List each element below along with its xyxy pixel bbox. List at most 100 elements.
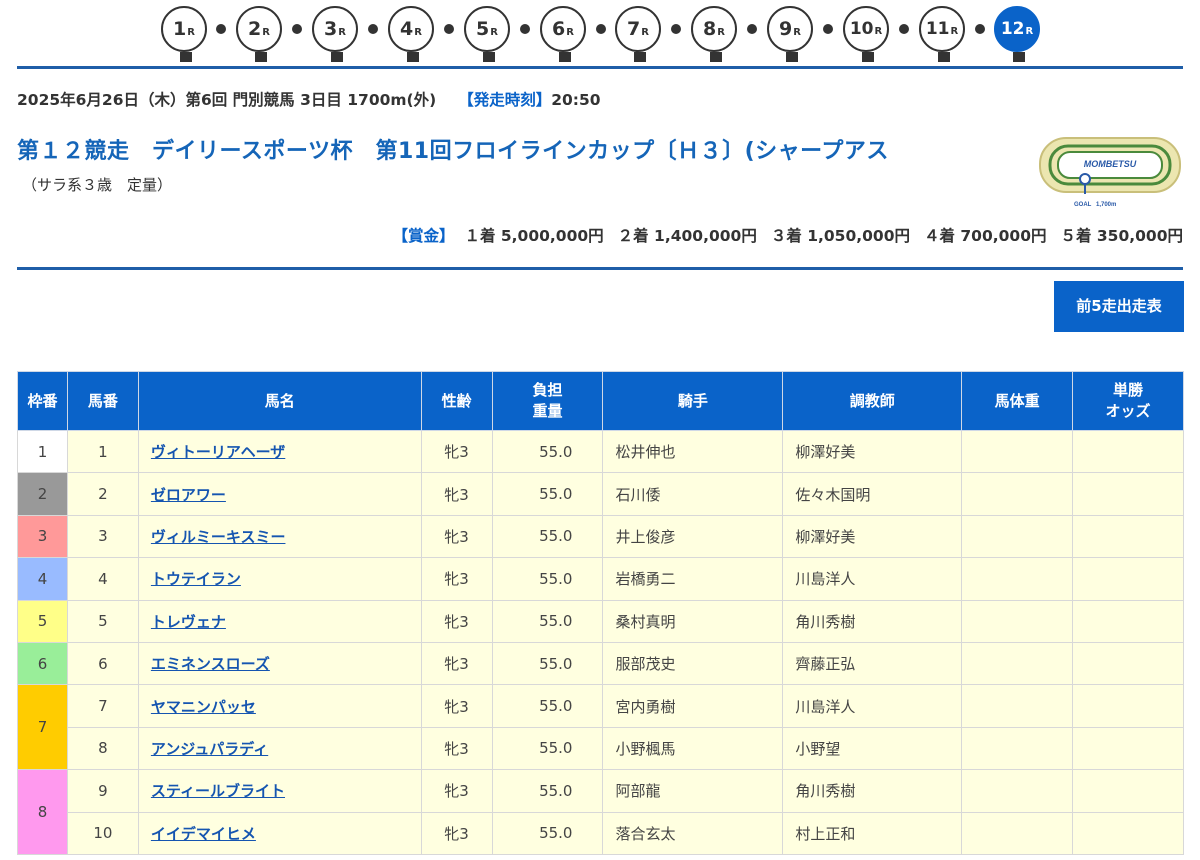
horse-name-cell: スティールブライト [138,770,421,812]
nav-separator-dot [975,24,985,34]
weight-cell: 55.0 [492,600,603,642]
sex-age-cell: 牝3 [421,558,492,600]
umaban-cell: 1 [67,431,138,473]
horse-name-link[interactable]: トウテイラン [151,570,241,588]
horse-name-link[interactable]: ヴィルミーキスミー [151,528,286,546]
horse-name-cell: トウテイラン [138,558,421,600]
odds-cell [1073,812,1184,854]
race-suffix: R [490,27,498,38]
header-sex-age: 性齢 [421,372,492,431]
nav-separator-dot [368,24,378,34]
race-12-button[interactable]: 12R [994,6,1040,52]
race-2-button[interactable]: 2R [236,6,282,52]
header-trainer: 調教師 [783,372,962,431]
table-row: 6 6 エミネンスローズ 牝3 55.0 服部茂史 齊藤正弘 [18,642,1184,684]
race-suffix: R [187,27,195,38]
waku-cell: 8 [18,770,68,855]
header-waku: 枠番 [18,372,68,431]
race-suffix: R [874,26,882,37]
nav-separator-dot [671,24,681,34]
weight-cell: 55.0 [492,812,603,854]
race-7-button[interactable]: 7R [615,6,661,52]
body-weight-cell [962,642,1073,684]
race-suffix: R [950,26,958,37]
race-8-button[interactable]: 8R [691,6,737,52]
race-1-button[interactable]: 1R [161,6,207,52]
body-weight-cell [962,473,1073,515]
prize-5th: ５着 350,000円 [1061,227,1184,245]
prize-4th: ４着 700,000円 [924,227,1047,245]
horse-name-link[interactable]: イイデマイヒメ [151,825,256,843]
race-4-button[interactable]: 4R [388,6,434,52]
weight-cell: 55.0 [492,473,603,515]
horse-name-link[interactable]: ゼロアワー [151,486,226,504]
body-weight-cell [962,812,1073,854]
course-goal-label: GOAL [1074,202,1092,208]
race-11-button[interactable]: 11R [919,6,965,52]
horse-name-link[interactable]: ヴィトーリアヘーザ [151,443,285,461]
odds-cell [1073,685,1184,727]
horse-name-cell: ヤマニンパッセ [138,685,421,727]
body-weight-cell [962,600,1073,642]
trainer-cell: 川島洋人 [783,558,962,600]
odds-cell [1073,770,1184,812]
nav-separator-dot [216,24,226,34]
race-5-button[interactable]: 5R [464,6,510,52]
sex-age-cell: 牝3 [421,770,492,812]
jockey-cell: 落合玄太 [603,812,783,854]
waku-cell: 6 [18,642,68,684]
nav-separator-dot [823,24,833,34]
odds-cell [1073,642,1184,684]
prize-1st: １着 5,000,000円 [464,227,603,245]
race-6-button[interactable]: 6R [540,6,586,52]
table-row: 10 イイデマイヒメ 牝3 55.0 落合玄太 村上正和 [18,812,1184,854]
past5-entries-button[interactable]: 前5走出走表 [1054,281,1184,332]
jockey-cell: 宮内勇樹 [603,685,783,727]
jockey-cell: 服部茂史 [603,642,783,684]
race-number: 6 [552,18,565,40]
horse-name-link[interactable]: アンジュパラディ [151,740,268,758]
race-number: 9 [779,18,792,40]
umaban-cell: 5 [67,600,138,642]
waku-cell: 1 [18,431,68,473]
header-odds: 単勝オッズ [1073,372,1184,431]
race-number: 2 [248,18,261,40]
jockey-cell: 井上俊彦 [603,515,783,557]
umaban-cell: 7 [67,685,138,727]
prize-money: 【賞金】１着 5,000,000円２着 1,400,000円３着 1,050,0… [392,224,1183,246]
race-number: 11 [926,19,950,39]
horse-name-link[interactable]: スティールブライト [151,782,285,800]
race-meta: 2025年6月26日（木）第6回 門別競馬 3日目 1700m(外)【発走時刻】… [17,88,601,110]
umaban-cell: 8 [67,727,138,769]
header-horse-name: 馬名 [138,372,421,431]
horse-name-cell: ヴィトーリアヘーザ [138,431,421,473]
course-venue-label: MOMBETSU [1084,159,1137,169]
race-3-button[interactable]: 3R [312,6,358,52]
race-10-button[interactable]: 10R [843,6,889,52]
sex-age-cell: 牝3 [421,600,492,642]
sex-age-cell: 牝3 [421,727,492,769]
course-distance-label: 1,700m [1096,202,1116,208]
jockey-cell: 小野楓馬 [603,727,783,769]
body-weight-cell [962,558,1073,600]
horse-name-cell: ヴィルミーキスミー [138,515,421,557]
body-weight-cell [962,727,1073,769]
horse-name-link[interactable]: エミネンスローズ [151,655,270,673]
weight-cell: 55.0 [492,770,603,812]
race-suffix: R [1025,26,1033,37]
trainer-cell: 村上正和 [783,812,962,854]
header-body-weight: 馬体重 [962,372,1073,431]
start-time-label: 【発走時刻】 [458,91,551,109]
nav-separator-dot [747,24,757,34]
race-9-button[interactable]: 9R [767,6,813,52]
course-map-icon: MOMBETSU GOAL 1,700m [1038,134,1184,210]
table-row: 8 アンジュパラディ 牝3 55.0 小野楓馬 小野望 [18,727,1184,769]
horse-name-cell: ゼロアワー [138,473,421,515]
horse-name-link[interactable]: トレヴェナ [151,613,226,631]
horse-name-cell: イイデマイヒメ [138,812,421,854]
prize-3rd: ３着 1,050,000円 [771,227,910,245]
race-conditions: （サラ系３歳 定量） [22,174,172,195]
umaban-cell: 4 [67,558,138,600]
table-row: 7 7 ヤマニンパッセ 牝3 55.0 宮内勇樹 川島洋人 [18,685,1184,727]
horse-name-link[interactable]: ヤマニンパッセ [151,698,256,716]
